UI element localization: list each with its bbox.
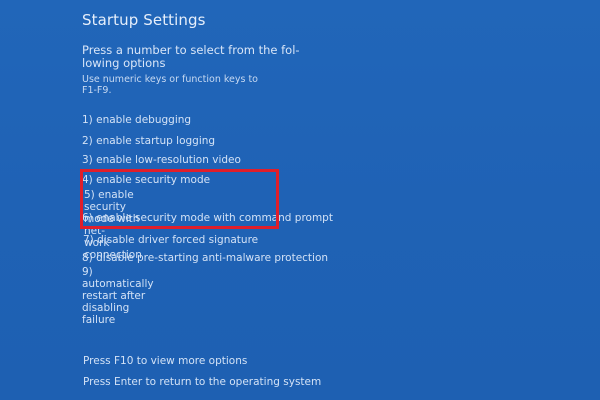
instructions-text: Press a number to select from the fol- l… xyxy=(82,43,300,70)
highlight-annotation-box xyxy=(80,169,279,229)
option-enable-low-resolution-video[interactable]: 3) enable low-resolution video xyxy=(82,154,241,166)
option-enable-startup-logging[interactable]: 2) enable startup logging xyxy=(82,135,215,147)
return-to-os-hint: Press Enter to return to the operating s… xyxy=(83,376,322,388)
option-auto-restart-disable[interactable]: 9) automatically restart after disabling… xyxy=(82,266,154,326)
startup-settings-screen: Startup Settings Press a number to selec… xyxy=(0,0,600,400)
option-enable-debugging[interactable]: 1) enable debugging xyxy=(82,114,191,126)
option-disable-driver-signature[interactable]: 7) disable driver forced signature xyxy=(83,234,258,246)
option-disable-anti-malware[interactable]: 8) disable pre-starting anti-malware pro… xyxy=(82,252,328,264)
more-options-hint: Press F10 to view more options xyxy=(83,355,248,367)
function-key-hint: Use numeric keys or function keys to F1-… xyxy=(82,74,258,96)
page-title: Startup Settings xyxy=(82,11,206,29)
